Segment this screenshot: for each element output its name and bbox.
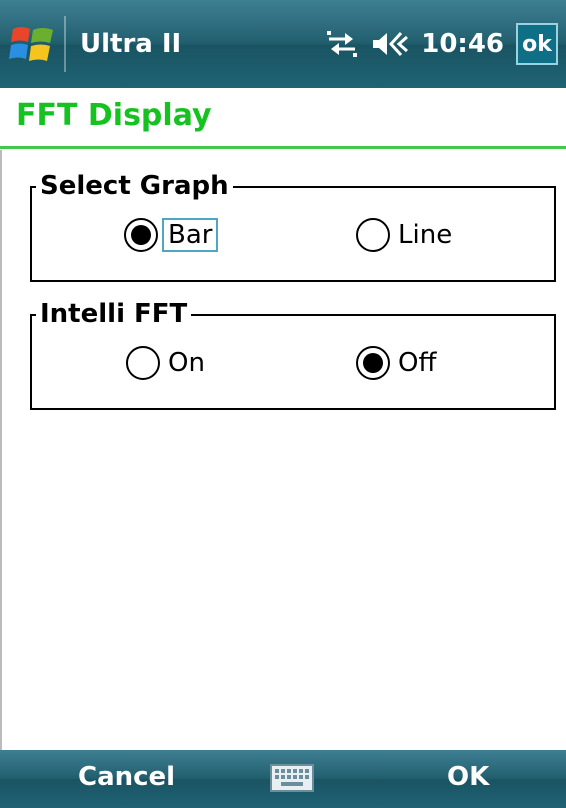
keyboard-icon[interactable]	[270, 764, 314, 792]
app-title[interactable]: Ultra II	[80, 29, 325, 59]
select-graph-group: Select Graph Bar Line	[30, 168, 556, 282]
radio-line-option[interactable]: Line	[356, 218, 452, 252]
radio-bar[interactable]	[124, 218, 158, 252]
select-graph-legend: Select Graph	[36, 168, 233, 204]
radio-on-option[interactable]: On	[126, 346, 205, 380]
windows-start-icon	[9, 27, 53, 61]
softkey-bar: Cancel OK	[0, 750, 566, 808]
radio-on-label[interactable]: On	[168, 348, 205, 378]
cancel-softkey[interactable]: Cancel	[78, 762, 175, 792]
intelli-fft-group: Intelli FFT On Off	[30, 296, 556, 410]
radio-selected-dot	[363, 353, 383, 373]
volume-icon[interactable]	[371, 29, 409, 59]
left-border	[0, 150, 2, 750]
ok-title-button[interactable]: ok	[516, 23, 558, 65]
radio-off[interactable]	[356, 346, 390, 380]
clock[interactable]: 10:46	[421, 29, 504, 59]
radio-off-option[interactable]: Off	[356, 346, 436, 380]
status-area: 10:46 ok	[325, 23, 558, 65]
start-button[interactable]	[0, 0, 64, 88]
ok-softkey[interactable]: OK	[447, 762, 489, 792]
page-title: FFT Display	[16, 98, 212, 133]
radio-line[interactable]	[356, 218, 390, 252]
radio-selected-dot	[131, 225, 151, 245]
title-bar: Ultra II 10:46 ok	[0, 0, 566, 88]
radio-bar-option[interactable]: Bar	[124, 218, 219, 252]
radio-line-label[interactable]: Line	[398, 220, 452, 250]
radio-bar-label[interactable]: Bar	[162, 218, 219, 252]
title-separator	[64, 16, 66, 72]
radio-on[interactable]	[126, 346, 160, 380]
header-divider	[0, 146, 566, 149]
connectivity-icon[interactable]	[325, 29, 359, 59]
intelli-fft-legend: Intelli FFT	[36, 296, 192, 332]
radio-off-label[interactable]: Off	[398, 348, 436, 378]
